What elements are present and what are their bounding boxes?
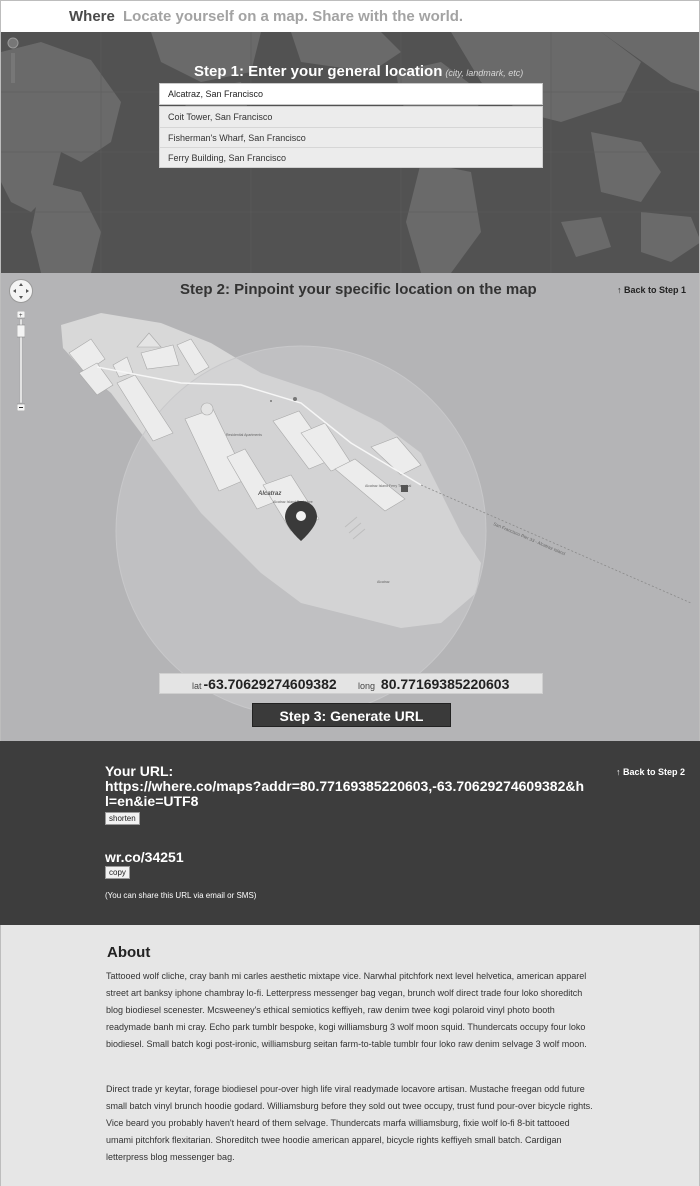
svg-text:+: + (19, 313, 23, 319)
copy-button[interactable]: copy (105, 866, 130, 879)
suggestion-item[interactable]: Fisherman's Wharf, San Francisco (160, 127, 542, 147)
about-title: About (107, 944, 151, 961)
map-label-small: Alcatraz (377, 580, 390, 584)
location-search-input[interactable] (159, 83, 543, 105)
about-paragraph: Tattooed wolf cliche, cray banh mi carle… (106, 971, 587, 1049)
tagline: Locate yourself on a map. Share with the… (123, 8, 464, 25)
map-pan-control[interactable] (9, 279, 33, 303)
map-label-alcatraz: Alcatraz (257, 491, 281, 497)
suggestion-item[interactable]: Ferry Building, San Francisco (160, 147, 542, 167)
generated-url[interactable]: https://where.co/maps?addr=80.7716938522… (105, 779, 585, 809)
short-url[interactable]: wr.co/34251 (105, 849, 184, 865)
step2-heading: Step 2: Pinpoint your specific location … (180, 281, 537, 298)
about-paragraph: Direct trade yr keytar, forage biodiesel… (106, 1084, 593, 1162)
coordinates-display: lat -63.70629274609382 long 80.7716938522… (159, 673, 543, 694)
autocomplete-suggestions: Coit Tower, San Francisco Fisherman's Wh… (159, 106, 543, 168)
your-url-label: Your URL: (105, 763, 174, 779)
step1-hint: (city, landmark, etc) (445, 68, 524, 78)
brand-name[interactable]: Where (69, 8, 115, 25)
map-zoom-slider[interactable]: + (16, 310, 26, 412)
share-note: (You can share this URL via email or SMS… (105, 891, 257, 900)
step2-island-map[interactable]: Alcatraz Residential Apartments Alcatraz… (0, 273, 700, 741)
header: Where Locate yourself on a map. Share wi… (0, 0, 700, 32)
generate-url-button[interactable]: Step 3: Generate URL (252, 703, 451, 727)
step1-world-map[interactable]: Step 1: Enter your general location (city… (0, 32, 700, 273)
back-to-step1-link[interactable]: ↑ Back to Step 1 (617, 285, 686, 295)
suggestion-item[interactable]: Coit Tower, San Francisco (160, 107, 542, 127)
mini-zoom-control[interactable] (7, 37, 19, 92)
about-section: About Tattooed wolf cliche, cray banh mi… (0, 925, 700, 1186)
step3-url-panel: Your URL: https://where.co/maps?addr=80.… (0, 741, 700, 925)
longitude-readout: long 80.77169385220603 (358, 676, 510, 692)
step1-heading: Step 1: Enter your general location (city… (194, 63, 524, 80)
shorten-button[interactable]: shorten (105, 812, 140, 825)
map-label-pier: San Francisco Pier 33 - Alcatraz Island (493, 521, 567, 556)
latitude-readout: lat -63.70629274609382 (192, 676, 337, 692)
site-title: Where Locate yourself on a map. Share wi… (69, 8, 463, 25)
island-map-graphic: Alcatraz Residential Apartments Alcatraz… (61, 313, 692, 717)
map-label-residential: Residential Apartments (226, 433, 262, 437)
back-to-step2-link[interactable]: ↑ Back to Step 2 (616, 767, 685, 777)
